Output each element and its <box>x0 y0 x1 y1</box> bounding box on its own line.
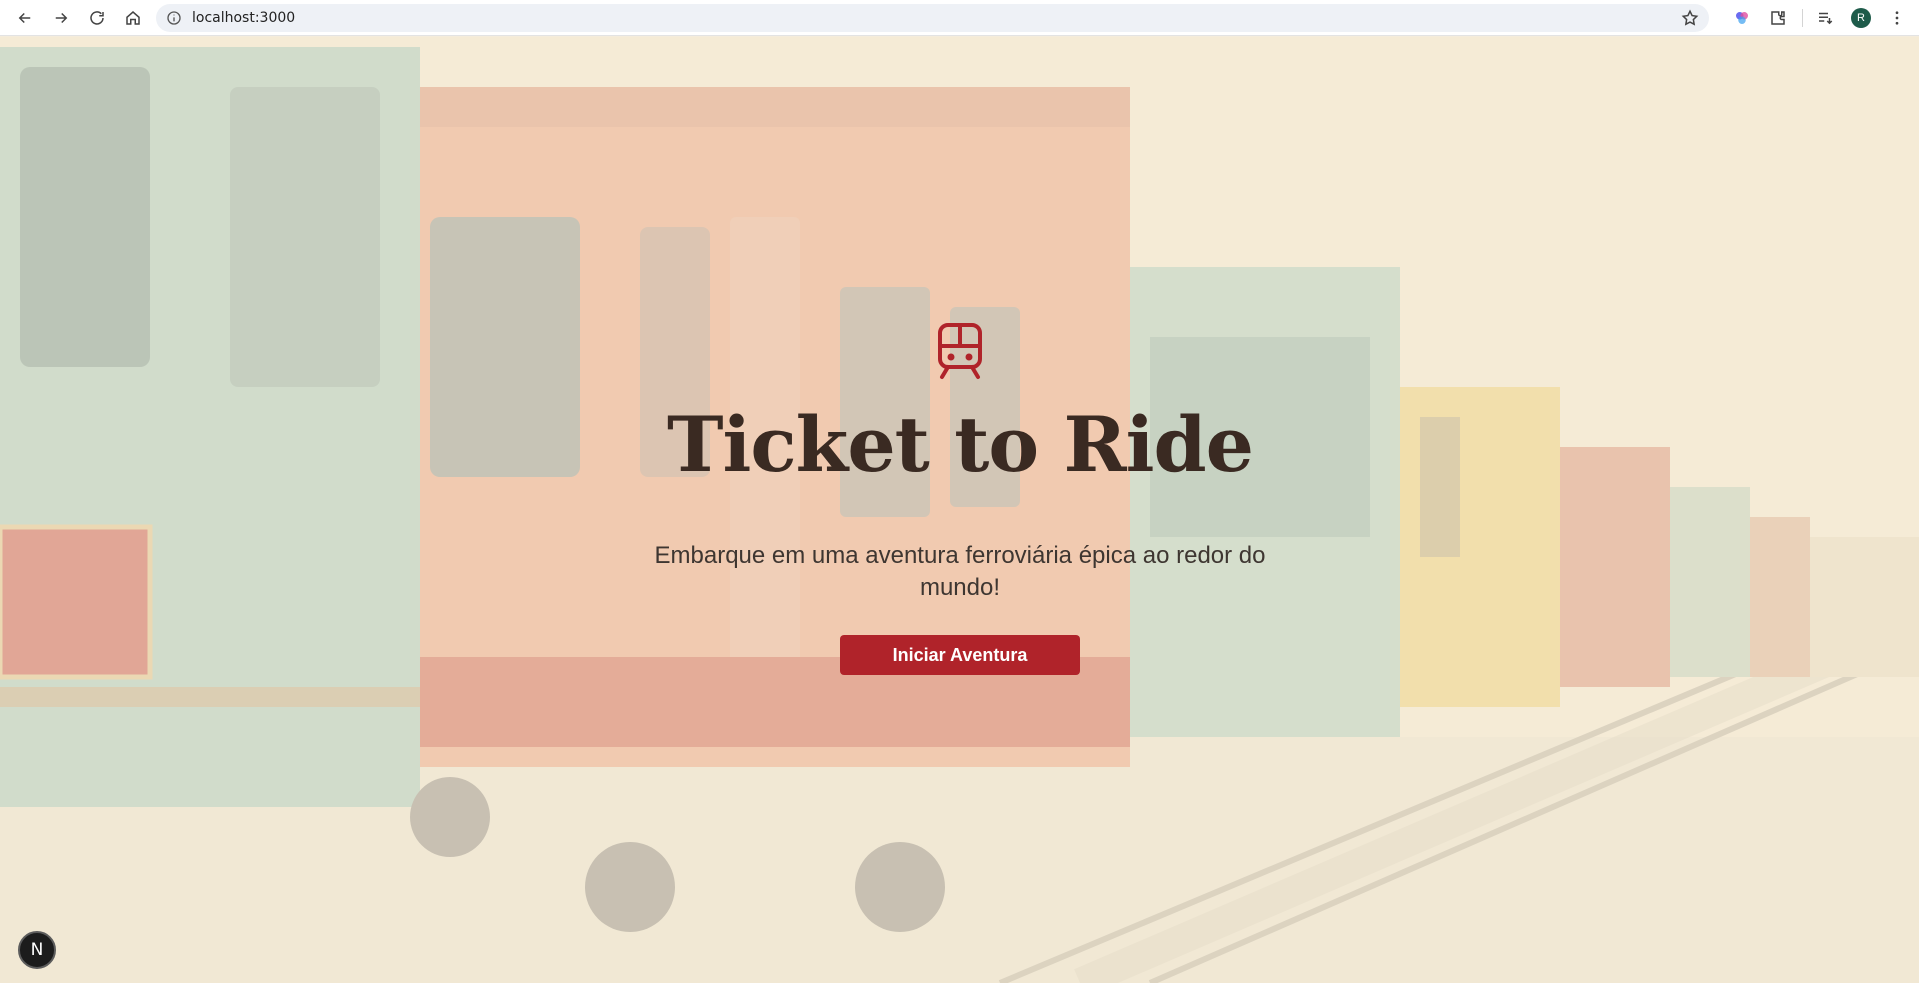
train-front-icon <box>938 323 982 379</box>
start-adventure-button[interactable]: Iniciar Aventura <box>840 635 1080 675</box>
nextjs-dev-indicator[interactable]: N <box>18 931 56 969</box>
page-title: Ticket to Ride <box>666 400 1254 489</box>
landing-content: Ticket to Ride Embarque em uma aventura … <box>0 0 1919 983</box>
page-subtitle: Embarque em uma aventura ferroviária épi… <box>654 542 1266 601</box>
